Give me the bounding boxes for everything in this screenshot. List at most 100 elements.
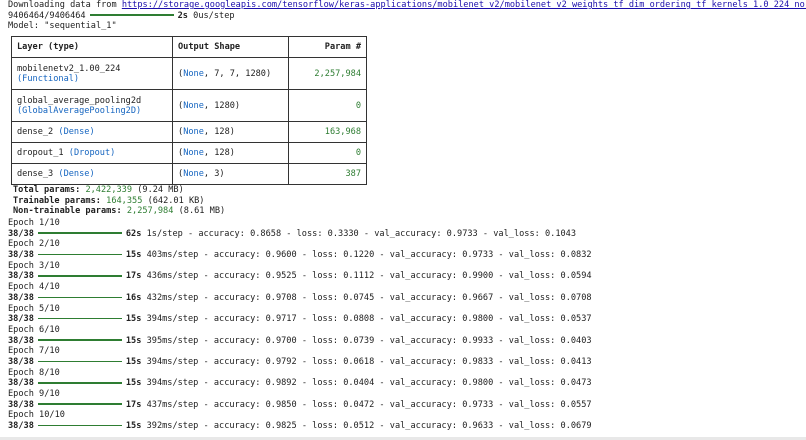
epoch-steps: 38/38 (8, 399, 34, 410)
epoch-rate: 432ms/step (146, 292, 199, 303)
epoch-steps: 38/38 (8, 271, 34, 282)
epoch-label: Epoch 10/10 (8, 410, 65, 421)
layer-type: (Functional) (17, 73, 80, 84)
epoch-rate: 437ms/step (146, 399, 199, 410)
epoch-time: 16s (125, 292, 142, 303)
trainable-params-line: Trainable params: 164,355 (642.01 KB) (13, 196, 225, 207)
epoch-label: Epoch 7/10 (8, 346, 60, 357)
epoch-time: 15s (125, 314, 142, 325)
shape-none: None (183, 100, 204, 111)
epoch-progress-bar (37, 339, 122, 341)
epoch-progress-line: 38/38 62s 1s/step - accuracy: 0.8658 - lo… (8, 229, 592, 240)
epoch-steps: 38/38 (8, 335, 34, 346)
epoch-rate: 395ms/step (146, 335, 199, 346)
epoch-metrics: - accuracy: 0.9850 - loss: 0.0472 - val_… (198, 399, 592, 410)
shape-rest: , 128) (203, 148, 235, 158)
layer-type: (Dense) (58, 127, 95, 137)
epoch-progress-bar (37, 317, 122, 320)
trainable-params-value: 164,355 (106, 195, 143, 206)
epoch-time: 15s (125, 356, 142, 367)
epoch-label: Epoch 5/10 (8, 303, 60, 314)
epoch-progress-line: 38/38 15s 394ms/step - accuracy: 0.9792 -… (8, 357, 592, 368)
notebook-output: Downloading data from https://storage.go… (8, 0, 806, 32)
epoch-time: 62s (125, 228, 142, 239)
epoch-steps: 38/38 (8, 228, 34, 239)
shape-none: None (183, 148, 204, 158)
layer-cell: dense_2 (Dense) (11, 121, 173, 143)
nontrainable-params-line: Non-trainable params: 2,257,984 (8.61 MB… (13, 206, 225, 217)
total-params-label: Total params: (13, 185, 81, 195)
trainable-params-label: Trainable params: (13, 195, 101, 206)
epoch-time: 15s (125, 378, 142, 389)
epoch-label: Epoch 9/10 (8, 389, 60, 399)
layer-name: global_average_pooling2d (17, 95, 142, 106)
epoch-label: Epoch 1/10 (8, 218, 60, 228)
shape-rest: , 3) (203, 169, 225, 179)
epoch-rate: 392ms/step (146, 421, 199, 432)
table-row: global_average_pooling2d (GlobalAveragePo… (11, 89, 367, 122)
epoch-progress-line: 38/38 15s 395ms/step - accuracy: 0.9700 -… (8, 336, 592, 347)
epoch-rate: 1s/step (146, 228, 183, 239)
table-row: dense_2 (Dense) (None, 128) 163,968 (11, 121, 367, 143)
shape-rest: , 7, 7, 1280) (203, 68, 272, 79)
table-row: mobilenetv2_1.00_224 (Functional) (None, … (11, 57, 367, 90)
total-params-line: Total params: 2,422,339 (9.24 MB) (13, 185, 225, 196)
layer-cell: mobilenetv2_1.00_224 (Functional) (11, 57, 173, 90)
epoch-rate: 403ms/step (146, 250, 199, 261)
params-cell: 0 (288, 142, 367, 164)
table-header-row: Layer (type) Output Shape Param # (11, 36, 367, 58)
params-cell: 163,968 (288, 121, 367, 143)
epoch-metrics: - accuracy: 0.9892 - loss: 0.0404 - val_… (198, 378, 592, 389)
nontrainable-params-label: Non-trainable params: (13, 206, 122, 217)
epoch-metrics: - accuracy: 0.9600 - loss: 0.1220 - val_… (198, 250, 592, 261)
column-header-layer: Layer (type) (11, 36, 173, 58)
epoch-progress-bar (37, 424, 122, 427)
epoch-rate: 394ms/step (146, 314, 199, 325)
epoch-metrics: - accuracy: 0.9717 - loss: 0.0808 - val_… (198, 314, 592, 325)
download-progress-line: 9406464/9406464 2s 0us/step (8, 11, 806, 22)
param-totals: Total params: 2,422,339 (9.24 MB) Traina… (13, 185, 225, 217)
layer-type: (Dense) (58, 169, 95, 179)
epoch-progress-line: 38/38 15s 394ms/step - accuracy: 0.9892 -… (8, 378, 592, 389)
epoch-progress-line: 38/38 15s 403ms/step - accuracy: 0.9600 -… (8, 250, 592, 261)
layer-cell: global_average_pooling2d (GlobalAveragePo… (11, 89, 173, 122)
shape-cell: (None, 128) (172, 121, 289, 143)
params-cell: 387 (288, 163, 367, 185)
shape-cell: (None, 128) (172, 142, 289, 164)
epoch-steps: 38/38 (8, 292, 34, 303)
table-row: dense_3 (Dense) (None, 3) 387 (11, 163, 367, 185)
epoch-label: Epoch 6/10 (8, 324, 60, 335)
epoch-rate: 394ms/step (146, 356, 199, 367)
epoch-progress-bar (37, 275, 122, 277)
epoch-progress-bar (37, 360, 122, 363)
shape-rest: , 1280) (203, 100, 241, 111)
shape-none: None (183, 68, 204, 79)
epoch-rate: 436ms/step (146, 271, 199, 282)
epoch-steps: 38/38 (8, 421, 34, 432)
layer-name: mobilenetv2_1.00_224 (17, 63, 121, 74)
epoch-progress-line: 38/38 17s 436ms/step - accuracy: 0.9525 -… (8, 271, 592, 282)
epoch-steps: 38/38 (8, 378, 34, 389)
progress-bar (89, 14, 174, 16)
epoch-steps: 38/38 (8, 314, 34, 325)
epoch-steps: 38/38 (8, 356, 34, 367)
epoch-time: 15s (125, 250, 142, 261)
table-row: dropout_1 (Dropout) (None, 128) 0 (11, 142, 367, 164)
epoch-steps: 38/38 (8, 250, 34, 261)
layer-cell: dropout_1 (Dropout) (11, 142, 173, 164)
column-header-output-shape: Output Shape (172, 36, 289, 58)
epoch-metrics: - accuracy: 0.8658 - loss: 0.3330 - val_… (182, 228, 577, 239)
shape-cell: (None, 3) (172, 163, 289, 185)
epoch-progress-line: 38/38 16s 432ms/step - accuracy: 0.9708 -… (8, 293, 592, 304)
total-params-size: (9.24 MB) (137, 185, 184, 195)
download-link[interactable]: https://storage.googleapis.com/tensorflo… (122, 0, 806, 10)
epoch-label: Epoch 2/10 (8, 239, 60, 250)
epoch-metrics: - accuracy: 0.9700 - loss: 0.0739 - val_… (198, 335, 592, 346)
epoch-time: 15s (125, 335, 142, 346)
epoch-progress-line: 38/38 17s 437ms/step - accuracy: 0.9850 -… (8, 400, 592, 411)
epoch-label: Epoch 8/10 (8, 367, 60, 378)
epoch-progress-bar (37, 253, 122, 256)
layer-cell: dense_3 (Dense) (11, 163, 173, 185)
shape-cell: (None, 7, 7, 1280) (172, 57, 289, 90)
layer-type: (Dropout) (68, 148, 116, 158)
